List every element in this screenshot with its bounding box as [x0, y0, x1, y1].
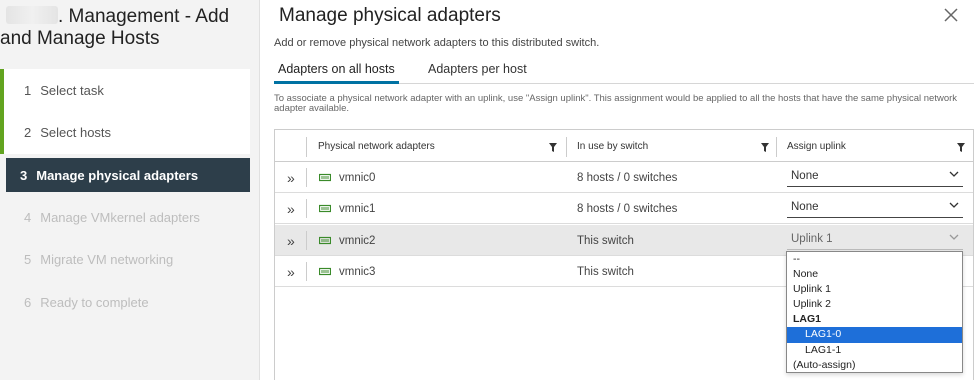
adapter-name: vmnic0 [339, 171, 376, 184]
dropdown-option[interactable]: Uplink 1 [787, 282, 962, 297]
dropdown-option[interactable]: Uplink 2 [787, 297, 962, 312]
in-use-by-switch: 8 hosts / 0 switches [577, 202, 678, 215]
step-label: Migrate VM networking [40, 252, 174, 268]
in-use-by-switch: This switch [577, 265, 634, 278]
step-label: Manage VMkernel adapters [40, 209, 200, 225]
expand-row-icon[interactable]: » [287, 256, 301, 287]
assign-uplink-select[interactable]: Uplink 1 [787, 230, 963, 250]
page-title: Manage physical adapters [279, 5, 501, 26]
redacted-name [6, 6, 58, 24]
tab-adapters-on-all-hosts[interactable]: Adapters on all hosts [274, 62, 399, 84]
page-subtitle: Add or remove physical network adapters … [274, 37, 600, 49]
chevron-down-icon [949, 202, 959, 208]
step-ready-to-complete: 6 Ready to complete [0, 281, 250, 324]
chevron-down-icon [949, 234, 959, 240]
dropdown-option-highlighted[interactable]: LAG1-0 [787, 327, 962, 343]
table-row[interactable]: » vmnic1 8 hosts / 0 switches None [275, 193, 973, 224]
expand-row-icon[interactable]: » [287, 225, 301, 256]
column-physical-network-adapters[interactable]: Physical network adapters [318, 130, 565, 162]
step-label: Select hosts [40, 125, 112, 141]
close-icon[interactable] [944, 7, 962, 25]
expand-row-icon[interactable]: » [287, 162, 301, 193]
column-assign-uplink[interactable]: Assign uplink [787, 130, 973, 162]
step-label: Select task [40, 82, 104, 98]
dropdown-option[interactable]: None [787, 267, 962, 282]
network-adapter-icon [319, 173, 331, 182]
expand-row-icon[interactable]: » [287, 193, 301, 224]
uplink-dropdown-list[interactable]: -- None Uplink 1 Uplink 2 LAG1 LAG1-0 LA… [786, 251, 963, 373]
adapter-name: vmnic3 [339, 265, 376, 278]
step-label: Manage physical adapters [36, 167, 199, 183]
in-use-by-switch: This switch [577, 234, 634, 247]
adapter-tabs: Adapters on all hosts Adapters per host [274, 59, 974, 84]
network-adapter-icon [319, 236, 331, 245]
uplink-hint: To associate a physical network adapter … [274, 93, 958, 114]
step-select-hosts[interactable]: 2 Select hosts [0, 111, 250, 154]
filter-icon[interactable] [549, 143, 557, 152]
network-adapter-icon [319, 204, 331, 213]
in-use-by-switch: 8 hosts / 0 switches [577, 171, 678, 184]
dropdown-option[interactable]: LAG1-1 [787, 343, 962, 358]
step-migrate-vm-networking: 5 Migrate VM networking [0, 238, 250, 281]
step-manage-vmkernel-adapters: 4 Manage VMkernel adapters [0, 196, 250, 239]
adapter-name: vmnic2 [339, 234, 376, 247]
table-header: Physical network adapters In use by swit… [275, 130, 973, 162]
dropdown-option[interactable]: -- [787, 252, 962, 267]
filter-icon[interactable] [957, 143, 965, 152]
step-select-task[interactable]: 1 Select task [0, 69, 250, 112]
dropdown-group-label: LAG1 [793, 313, 822, 326]
assign-uplink-select[interactable]: None [787, 167, 963, 187]
column-in-use-by-switch[interactable]: In use by switch [577, 130, 777, 162]
wizard-title: . Management - Add and Manage Hosts [0, 6, 230, 49]
step-manage-physical-adapters[interactable]: 3 Manage physical adapters [6, 158, 250, 192]
step-label: Ready to complete [40, 294, 149, 310]
dropdown-option[interactable]: (Auto-assign) [787, 358, 962, 373]
chevron-down-icon [949, 171, 959, 177]
filter-icon[interactable] [761, 143, 769, 152]
adapter-name: vmnic1 [339, 202, 376, 215]
network-adapter-icon [319, 267, 331, 276]
wizard-sidebar: . Management - Add and Manage Hosts 1 Se… [0, 0, 260, 380]
wizard-steps: 1 Select task 2 Select hosts 3 Manage ph… [0, 69, 250, 324]
tab-adapters-per-host[interactable]: Adapters per host [424, 62, 531, 84]
assign-uplink-select[interactable]: None [787, 198, 963, 218]
table-row[interactable]: » vmnic0 8 hosts / 0 switches None [275, 162, 973, 193]
